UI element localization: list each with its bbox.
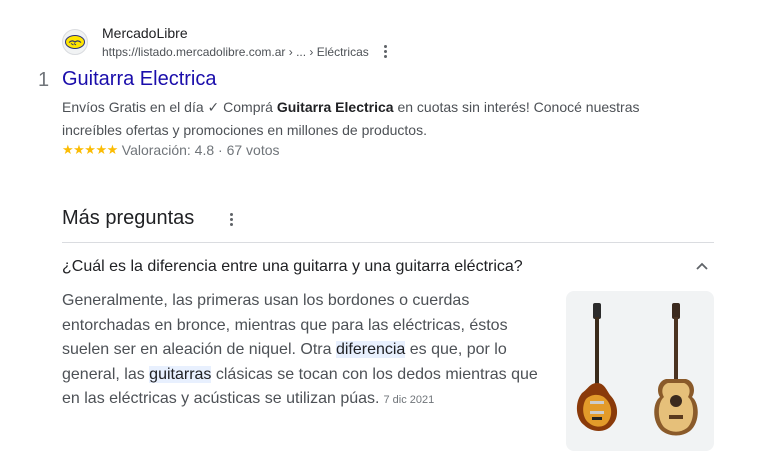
- snippet-bold: Guitarra Electrica: [276, 99, 394, 115]
- divider: [62, 242, 714, 243]
- answer-date: 7 dic 2021: [383, 394, 435, 406]
- more-vert-icon[interactable]: [229, 213, 233, 226]
- site-favicon[interactable]: [62, 29, 88, 55]
- question-row[interactable]: ¿Cuál es la diferencia entre una guitarr…: [62, 248, 714, 286]
- chevron-up-icon[interactable]: [695, 261, 709, 271]
- question-text: ¿Cuál es la diferencia entre una guitarr…: [62, 258, 523, 275]
- site-url-breadcrumb[interactable]: https://listado.mercadolibre.com.ar › ..…: [102, 45, 369, 59]
- result-snippet: Envíos Gratis en el día ✓ Comprá Guitarr…: [62, 96, 682, 141]
- result-index: 1: [38, 69, 50, 91]
- answer-image[interactable]: [566, 291, 714, 451]
- snippet-text: Envíos Gratis en el día ✓ Comprá: [62, 99, 277, 115]
- answer-highlight: guitarras: [149, 365, 212, 383]
- site-name[interactable]: MercadoLibre: [102, 25, 188, 41]
- answer-highlight: diferencia: [335, 341, 406, 358]
- more-vert-icon[interactable]: [383, 45, 387, 58]
- acoustic-guitar-icon: [654, 303, 698, 436]
- guitars-image: [576, 303, 698, 436]
- rating-row: ★★★★★ Valoración: 4.8 · 67 votos: [62, 142, 280, 158]
- electric-guitar-icon: [576, 303, 618, 431]
- star-rating-icon: ★★★★★: [62, 142, 118, 157]
- result-title-link[interactable]: Guitarra Electrica: [62, 68, 217, 91]
- rating-text: Valoración: 4.8 · 67 votos: [121, 142, 280, 158]
- mercadolibre-handshake-icon: [65, 35, 85, 49]
- answer-text: Generalmente, las primeras usan los bord…: [62, 289, 548, 413]
- more-questions-title: Más preguntas: [62, 207, 195, 229]
